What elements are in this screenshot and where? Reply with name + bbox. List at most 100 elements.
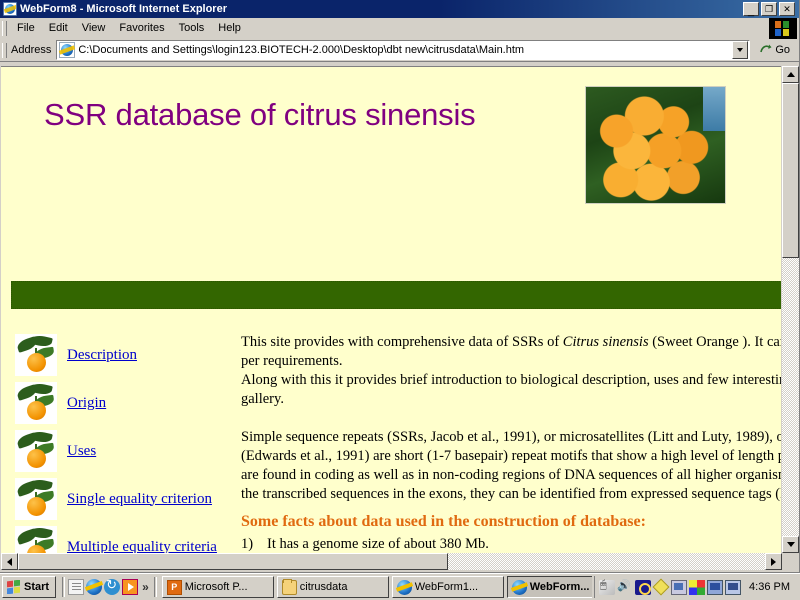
menu-item-favorites[interactable]: Favorites <box>112 20 171 36</box>
page-header: SSR database of citrus sinensis <box>1 67 798 204</box>
sidebar-link-label[interactable]: Origin <box>67 395 106 412</box>
media-player-icon[interactable] <box>122 579 139 595</box>
go-arrow-icon <box>759 43 773 57</box>
body-line-4: the transcribed sequences in the exons, … <box>241 486 798 502</box>
arrow-right-icon <box>771 557 776 566</box>
sidebar-link-label[interactable]: Description <box>67 347 137 364</box>
ie-icon <box>396 579 412 595</box>
window-controls: _ ❐ ✕ <box>743 2 797 17</box>
start-button[interactable]: Start <box>2 576 57 598</box>
sidebar-item-single-equality-criterion[interactable]: Single equality criterion <box>1 475 233 523</box>
folder-icon <box>281 578 297 595</box>
menu-item-help[interactable]: Help <box>211 20 248 36</box>
network-icon[interactable] <box>707 579 724 595</box>
horizontal-scroll-thumb[interactable] <box>18 553 448 570</box>
address-bar: Address C:\Documents and Settings\login1… <box>0 39 799 62</box>
sidebar-item-origin[interactable]: Origin <box>1 379 233 427</box>
task-button-powerpoint[interactable]: P Microsoft P... <box>161 576 274 598</box>
go-label: Go <box>775 44 790 56</box>
intro-text-b: (Sweet Orange ). It can be searched as <box>652 334 798 350</box>
scroll-left-button[interactable] <box>1 553 18 570</box>
green-divider-bar <box>11 281 784 309</box>
menu-bar: File Edit View Favorites Tools Help <box>0 18 799 39</box>
menu-item-edit[interactable]: Edit <box>42 20 75 36</box>
mouse-icon[interactable] <box>599 579 616 595</box>
menu-item-view[interactable]: View <box>75 20 113 36</box>
window-titlebar[interactable]: WebForm8 - Microsoft Internet Explorer _… <box>0 0 799 18</box>
scroll-down-button[interactable] <box>782 536 799 553</box>
browser-window: WebForm8 - Microsoft Internet Explorer _… <box>0 0 800 573</box>
vertical-scrollbar[interactable] <box>781 66 799 553</box>
menu-items: File Edit View Favorites Tools Help <box>10 20 248 36</box>
sidebar-link-label[interactable]: Multiple equality criteria <box>67 539 217 554</box>
vertical-scroll-thumb[interactable] <box>782 83 799 258</box>
close-button[interactable]: ✕ <box>779 2 795 16</box>
arrow-up-icon <box>786 72 795 77</box>
task-button-webform8[interactable]: WebForm... <box>506 576 593 598</box>
task-button-label: citrusdata <box>299 581 348 593</box>
sidebar-nav: Description Origin Uses Single equality … <box>1 331 233 553</box>
go-button[interactable]: Go <box>756 42 793 58</box>
close-icon: ✕ <box>783 3 791 14</box>
sidebar-item-description[interactable]: Description <box>1 331 233 379</box>
intro-text-c: per requirements. <box>241 353 343 369</box>
task-button-label: WebForm1... <box>414 581 479 593</box>
intro-species-name: Citrus sinensis <box>562 334 649 350</box>
address-value: C:\Documents and Settings\login123.BIOTE… <box>78 44 525 56</box>
address-input[interactable]: C:\Documents and Settings\login123.BIOTE… <box>56 40 751 60</box>
body-paragraph: Simple sequence repeats (SSRs, Jacob et … <box>241 428 798 504</box>
color-icon[interactable] <box>689 579 706 595</box>
desktop: WebForm8 - Microsoft Internet Explorer _… <box>0 0 800 600</box>
chevron-down-icon <box>737 48 744 52</box>
page-icon <box>59 42 76 58</box>
minimize-button[interactable]: _ <box>743 2 759 17</box>
quick-launch-overflow-icon[interactable]: » <box>142 580 149 594</box>
sidebar-item-uses[interactable]: Uses <box>1 427 233 475</box>
display-icon[interactable] <box>671 579 688 595</box>
antivirus-icon[interactable] <box>635 579 652 595</box>
internet-explorer-icon[interactable] <box>86 579 103 595</box>
computer-icon[interactable] <box>725 579 742 595</box>
web-page: SSR database of citrus sinensis Descript… <box>1 67 798 553</box>
address-label: Address <box>11 44 52 56</box>
taskbar-separator <box>62 577 66 597</box>
horizontal-scrollbar[interactable] <box>1 553 782 570</box>
scroll-up-button[interactable] <box>782 66 799 83</box>
volume-icon[interactable] <box>617 579 633 595</box>
sidebar-item-multiple-equality-criteria[interactable]: Multiple equality criteria <box>1 523 233 553</box>
task-button-webform1[interactable]: WebForm1... <box>391 576 504 598</box>
body-line-1: Simple sequence repeats (SSRs, Jacob et … <box>241 429 798 445</box>
task-button-citrusdata[interactable]: citrusdata <box>276 576 389 598</box>
windows-flag-icon <box>6 580 21 594</box>
intro-paragraph: This site provides with comprehensive da… <box>241 333 798 409</box>
taskbar-separator <box>153 577 157 597</box>
main-text-column: This site provides with comprehensive da… <box>241 333 798 553</box>
page-title: SSR database of citrus sinensis <box>44 97 476 132</box>
orange-bullet-icon <box>15 334 57 376</box>
orange-bullet-icon <box>15 478 57 520</box>
taskbar-clock[interactable]: 4:36 PM <box>749 581 796 593</box>
minimize-icon: _ <box>747 5 755 17</box>
facts-item-text: It has a genome size of about 380 Mb. <box>267 536 489 552</box>
address-dropdown-button[interactable] <box>732 41 749 59</box>
sidebar-link-label[interactable]: Uses <box>67 443 96 460</box>
quick-launch-bar: » <box>68 577 151 595</box>
menu-item-file[interactable]: File <box>10 20 42 36</box>
show-desktop-icon[interactable] <box>68 579 85 595</box>
orange-bullet-icon <box>15 526 57 553</box>
page-viewport: SSR database of citrus sinensis Descript… <box>1 66 798 553</box>
refresh-icon[interactable] <box>104 577 121 595</box>
shield-icon[interactable] <box>652 578 670 596</box>
menu-item-tools[interactable]: Tools <box>172 20 212 36</box>
orange-bullet-icon <box>15 430 57 472</box>
body-line-2: (Edwards et al., 1991) are short (1-7 ba… <box>241 448 798 464</box>
header-orange-photo <box>585 86 726 204</box>
task-buttons: P Microsoft P... citrusdata WebForm1... … <box>161 576 593 598</box>
orange-bullet-icon <box>15 382 57 424</box>
scroll-right-button[interactable] <box>765 553 782 570</box>
facts-item-number: 1) <box>241 536 254 552</box>
restore-button[interactable]: ❐ <box>761 2 777 16</box>
intro-text-d: Along with this it provides brief introd… <box>241 372 798 388</box>
sidebar-link-label[interactable]: Single equality criterion <box>67 491 212 508</box>
